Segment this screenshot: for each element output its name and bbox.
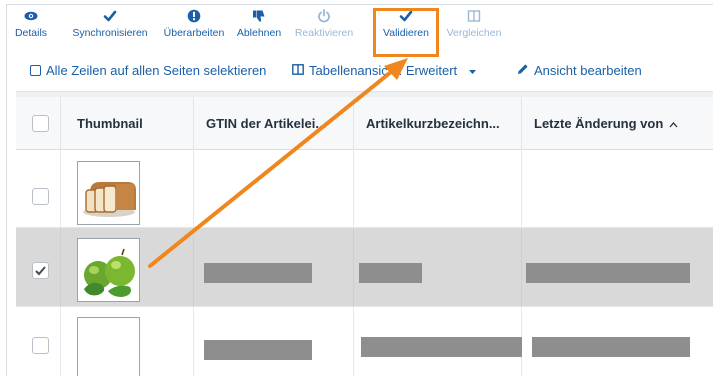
last-changed-cell: [522, 228, 713, 306]
green-apples-thumbnail[interactable]: [77, 238, 140, 302]
checkmark-icon: [70, 9, 150, 27]
validate-highlight-box: [373, 8, 439, 57]
redacted-changed-by-value: [532, 337, 690, 357]
row-checkbox[interactable]: [32, 188, 49, 205]
select-all-label: Alle Zeilen auf allen Seiten selektieren: [46, 63, 267, 78]
redacted-changed-by-value: [526, 263, 690, 283]
select-all-rows-link[interactable]: Alle Zeilen auf allen Seiten selektieren: [30, 63, 266, 78]
details-label: Details: [14, 27, 48, 39]
row-checkbox-checked[interactable]: [32, 262, 49, 279]
alert-icon: [162, 9, 226, 27]
row-checkbox-cell: [16, 228, 61, 306]
power-icon: [293, 9, 355, 27]
blank-thumbnail[interactable]: [77, 317, 140, 376]
column-header-short-description[interactable]: Artikelkurzbezeichn...: [354, 97, 522, 150]
column-label-gtin: GTIN der Artikelei...: [206, 116, 327, 131]
table-view-label: Tabellenansicht: Erweitert: [309, 63, 458, 78]
table-header: Thumbnail GTIN der Artikelei... Artikelk…: [16, 97, 713, 150]
table-row[interactable]: [16, 150, 713, 228]
details-button[interactable]: Details: [10, 9, 52, 39]
pencil-icon: [517, 63, 529, 78]
column-label-thumbnail: Thumbnail: [77, 116, 143, 131]
column-label-short-description: Artikelkurzbezeichn...: [366, 116, 500, 131]
reactivate-button[interactable]: Reaktivieren: [293, 9, 355, 39]
edit-view-label: Ansicht bearbeiten: [534, 63, 642, 78]
sort-ascending-icon: [669, 116, 678, 131]
bread-thumbnail[interactable]: [77, 161, 140, 225]
column-header-gtin[interactable]: GTIN der Artikelei...: [194, 97, 354, 150]
gtin-cell: [194, 228, 354, 306]
redacted-description-value: [361, 337, 522, 357]
column-label-last-changed-by: Letzte Änderung von: [534, 116, 664, 131]
select-all-checkbox[interactable]: [32, 115, 49, 132]
reject-label: Ablehnen: [236, 27, 282, 39]
compare-columns-icon: [443, 9, 505, 27]
short-description-cell: [354, 307, 522, 376]
short-description-cell: [354, 228, 522, 306]
revise-label: Überarbeiten: [163, 27, 225, 39]
redacted-description-value: [359, 263, 422, 283]
gtin-cell: [194, 150, 354, 227]
thumbs-down-icon: [235, 9, 283, 27]
header-checkbox-cell: [16, 97, 61, 150]
reactivate-label: Reaktivieren: [294, 27, 354, 39]
reject-button[interactable]: Ablehnen: [235, 9, 283, 39]
row-checkbox-cell: [16, 150, 61, 227]
table-view-dropdown[interactable]: Tabellenansicht: Erweitert: [292, 63, 477, 78]
table-actions: Alle Zeilen auf allen Seiten selektieren…: [0, 63, 713, 81]
eye-icon: [10, 9, 52, 27]
toolbar: Details Synchronisieren Überarbeiten Abl…: [0, 0, 713, 50]
synchronize-button[interactable]: Synchronisieren: [70, 9, 150, 39]
table-row-selected[interactable]: [16, 228, 713, 307]
select-all-checkbox-icon: [30, 65, 41, 76]
compare-label: Vergleichen: [446, 27, 502, 39]
row-checkbox-cell: [16, 307, 61, 376]
edit-view-link[interactable]: Ansicht bearbeiten: [517, 63, 642, 78]
redacted-gtin-value: [204, 263, 312, 283]
gtin-cell: [194, 307, 354, 376]
revise-button[interactable]: Überarbeiten: [162, 9, 226, 39]
row-checkbox[interactable]: [32, 337, 49, 354]
column-header-last-changed-by[interactable]: Letzte Änderung von: [522, 97, 713, 150]
table-view-icon: [292, 63, 304, 78]
compare-button[interactable]: Vergleichen: [443, 9, 505, 39]
redacted-gtin-value: [204, 340, 312, 360]
synchronize-label: Synchronisieren: [72, 27, 148, 39]
short-description-cell: [354, 150, 522, 227]
chevron-down-icon: [468, 63, 477, 78]
table-row[interactable]: [16, 307, 713, 376]
last-changed-cell: [522, 307, 713, 376]
column-header-thumbnail[interactable]: Thumbnail: [61, 97, 194, 150]
